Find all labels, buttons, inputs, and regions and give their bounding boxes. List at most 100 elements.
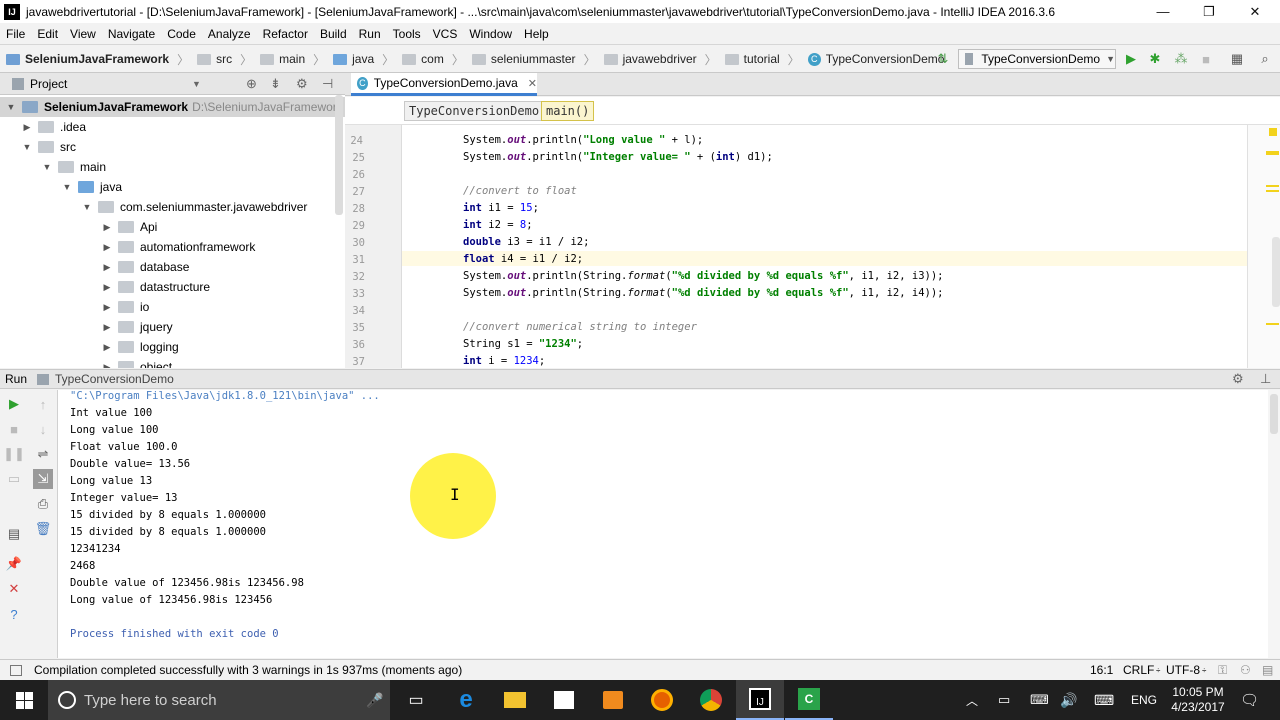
debug-icon[interactable]: ✱	[1146, 50, 1164, 68]
trash-icon[interactable]: 🗑	[34, 520, 52, 538]
crumb-src[interactable]: src 〉	[193, 46, 256, 72]
project-structure-icon[interactable]: ▦	[1228, 50, 1246, 68]
soft-wrap-icon[interactable]: ⇌	[34, 445, 52, 463]
tree-row-database[interactable]: ▶ database	[102, 257, 190, 277]
restore-layout-icon[interactable]: ▤	[5, 525, 23, 543]
tree-row-package-root[interactable]: ▼ com.seleniummaster.javawebdriver	[82, 197, 308, 217]
search-everywhere-icon[interactable]: ⌕	[1256, 50, 1274, 68]
menu-view[interactable]: View	[64, 24, 102, 44]
run-config-name[interactable]: TypeConversionDemo	[55, 372, 174, 386]
rerun-icon[interactable]: ▶	[5, 395, 23, 413]
print-icon[interactable]: ⎙	[34, 495, 52, 513]
crumb-class[interactable]: C TypeConversionDemo	[804, 46, 949, 72]
warning-marker-icon[interactable]	[1269, 128, 1277, 136]
tree-scrollbar[interactable]	[335, 95, 343, 215]
build-hammer-icon[interactable]: ⇅	[934, 50, 952, 68]
tree-row-automationframework[interactable]: ▶ automationframework	[102, 237, 256, 257]
tree-row-project-root[interactable]: ▼ SeleniumJavaFramework D:\SeleniumJavaF…	[0, 97, 345, 117]
chevron-down-icon[interactable]: ▼	[192, 79, 201, 89]
editor-crumb-method[interactable]: main()	[541, 101, 595, 121]
tree-row-main[interactable]: ▼ main	[42, 157, 106, 177]
tree-row-logging[interactable]: ▶ logging	[102, 337, 179, 357]
crumb-javawebdriver[interactable]: javawebdriver 〉	[600, 46, 721, 72]
chrome-icon[interactable]	[687, 680, 735, 720]
media-player-icon[interactable]	[589, 680, 637, 720]
crumb-project[interactable]: SeleniumJavaFramework 〉	[0, 46, 193, 72]
console-output[interactable]	[58, 390, 1268, 658]
crumb-com[interactable]: com 〉	[398, 46, 468, 72]
pause-icon[interactable]: ❚❚	[3, 445, 25, 463]
restore-button[interactable]: ❐	[1186, 0, 1232, 23]
run-config-select[interactable]: TypeConversionDemo ▼	[958, 49, 1116, 69]
windows-start-icon[interactable]	[0, 680, 48, 720]
tree-row-idea[interactable]: ▶ .idea	[22, 117, 87, 137]
action-center-icon[interactable]: 🗨	[1240, 680, 1259, 720]
volume-icon[interactable]: 🔊	[1060, 680, 1077, 720]
crumb-java[interactable]: java 〉	[329, 46, 398, 72]
network-icon[interactable]: ⌨	[1030, 680, 1049, 720]
tree-row-object[interactable]: ▶ object	[102, 357, 172, 368]
stop-icon[interactable]: ■	[5, 420, 23, 438]
scroll-up-icon[interactable]: ↑	[34, 395, 52, 413]
menu-window[interactable]: Window	[463, 24, 518, 44]
intellij-taskbar-icon[interactable]: IJ	[736, 680, 784, 720]
gear-icon[interactable]: ⚙	[1232, 371, 1244, 387]
help-icon[interactable]: ?	[5, 605, 23, 623]
scroll-from-source-icon[interactable]: ⊕	[246, 76, 257, 92]
editor-tab-active[interactable]: C TypeConversionDemo.java ✕	[351, 73, 537, 96]
battery-icon[interactable]: ▭	[998, 680, 1010, 720]
tree-row-datastructure[interactable]: ▶ datastructure	[102, 277, 211, 297]
close-window-button[interactable]: ✕	[1232, 0, 1278, 23]
warning-mark[interactable]	[1266, 185, 1279, 187]
menu-vcs[interactable]: VCS	[427, 24, 464, 44]
task-view-icon[interactable]: ▭	[392, 680, 440, 720]
warning-mark[interactable]	[1266, 151, 1279, 155]
tree-row-jquery[interactable]: ▶ jquery	[102, 317, 173, 337]
scroll-down-icon[interactable]: ↓	[34, 420, 52, 438]
lock-icon[interactable]: ⚿	[1218, 663, 1227, 678]
file-explorer-icon[interactable]	[491, 680, 539, 720]
clock[interactable]: 10:05 PM 4/23/2017	[1166, 680, 1230, 720]
line-separator[interactable]: CRLF	[1123, 663, 1154, 677]
crumb-tutorial[interactable]: tutorial 〉	[721, 46, 804, 72]
crumb-seleniummaster[interactable]: seleniummaster 〉	[468, 46, 600, 72]
console-scrollbar[interactable]	[1268, 390, 1280, 658]
stop-icon[interactable]: ■	[1197, 50, 1215, 68]
menu-build[interactable]: Build	[314, 24, 353, 44]
dump-threads-icon[interactable]: ▭	[5, 470, 23, 488]
crumb-main[interactable]: main 〉	[256, 46, 329, 72]
microphone-icon[interactable]: 🎤	[366, 692, 383, 709]
hide-panel-icon[interactable]: ⊣	[322, 76, 333, 92]
coverage-icon[interactable]: ⁂	[1172, 50, 1190, 68]
project-panel-title[interactable]: Project	[30, 77, 67, 91]
tree-row-java[interactable]: ▼ java	[62, 177, 122, 197]
tree-row-api[interactable]: ▶ Api	[102, 217, 158, 237]
camtasia-icon[interactable]: C	[785, 680, 833, 720]
firefox-icon[interactable]	[638, 680, 686, 720]
menu-analyze[interactable]: Analyze	[202, 24, 257, 44]
collapse-all-icon[interactable]: ⇟	[270, 76, 281, 92]
scroll-to-end-icon[interactable]: ⇲	[33, 469, 53, 489]
hide-panel-icon[interactable]: ⊥	[1260, 371, 1271, 387]
console-scroll-thumb[interactable]	[1270, 394, 1278, 434]
caret-position[interactable]: 16:1	[1090, 663, 1113, 677]
taskbar-search-box[interactable]: Type here to search 🎤	[48, 680, 390, 720]
menu-navigate[interactable]: Navigate	[102, 24, 161, 44]
tree-row-src[interactable]: ▼ src	[22, 137, 76, 157]
menu-file[interactable]: File	[0, 24, 31, 44]
editor-crumb-class[interactable]: TypeConversionDemo	[404, 101, 545, 121]
tree-row-io[interactable]: ▶ io	[102, 297, 150, 317]
keyboard-icon[interactable]: ⌨	[1094, 680, 1114, 720]
pin-icon[interactable]: 📌	[5, 555, 23, 573]
close-icon[interactable]: ✕	[5, 580, 23, 598]
event-log-icon[interactable]: ▤	[1262, 663, 1273, 677]
menu-tools[interactable]: Tools	[387, 24, 427, 44]
warning-mark[interactable]	[1266, 323, 1279, 325]
run-icon[interactable]: ▶	[1122, 50, 1140, 68]
edge-icon[interactable]: e	[442, 680, 490, 720]
run-panel-label[interactable]: Run	[5, 372, 27, 386]
menu-help[interactable]: Help	[518, 24, 555, 44]
minimize-button[interactable]: —	[1140, 0, 1186, 23]
tool-windows-icon[interactable]	[10, 664, 22, 676]
menu-edit[interactable]: Edit	[31, 24, 64, 44]
